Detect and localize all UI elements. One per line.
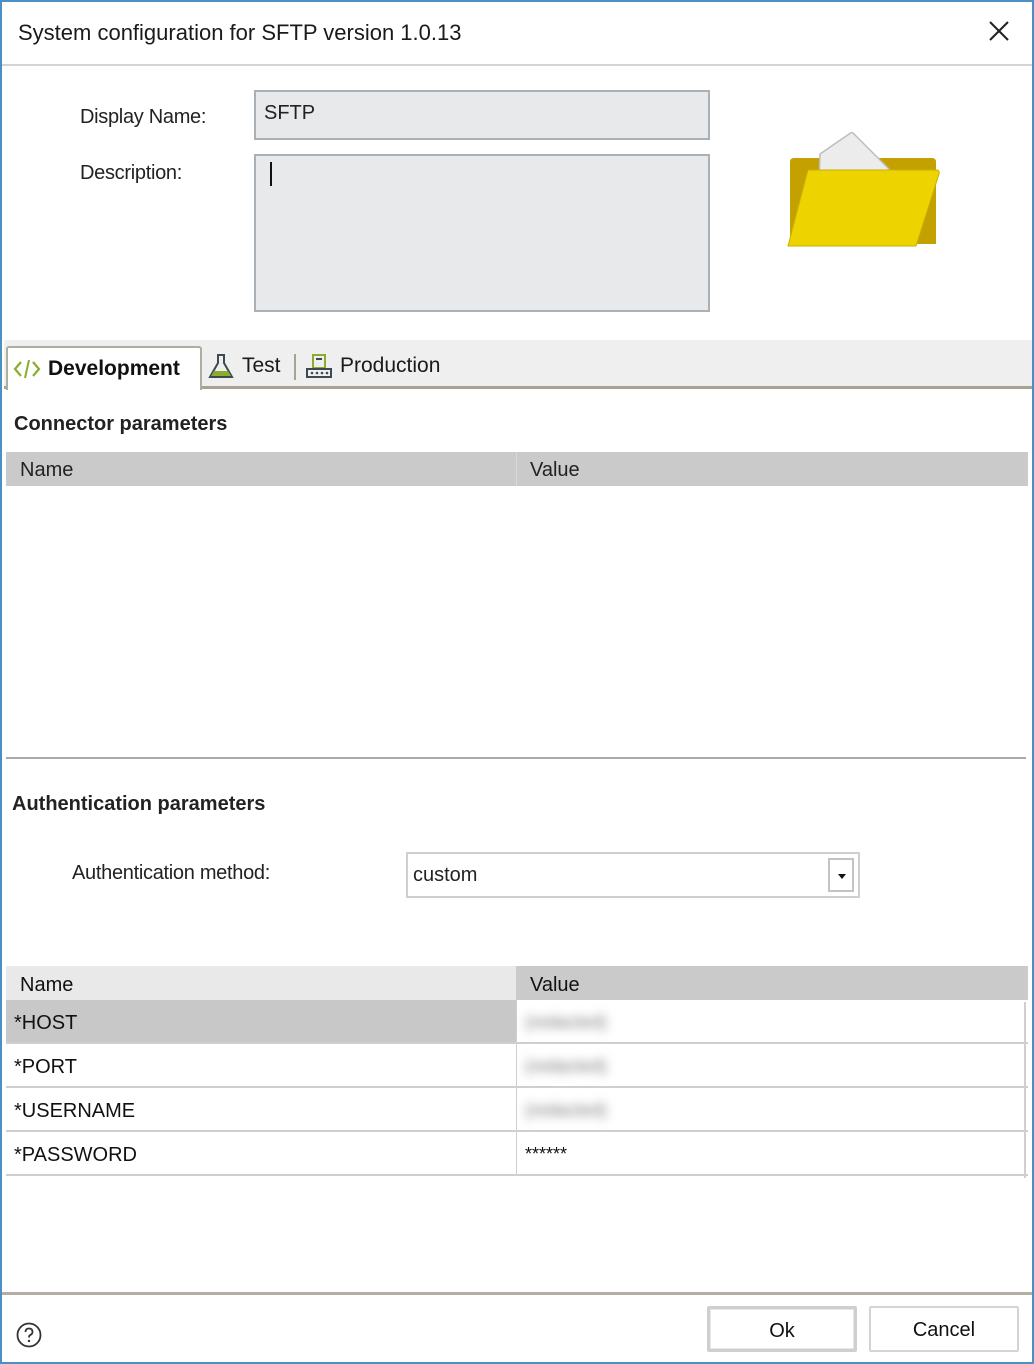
- parameter-name: *PORT: [14, 1056, 77, 1078]
- parameter-value-input[interactable]: (redacted): [516, 1088, 1028, 1130]
- connector-parameters-header: Name Value: [6, 452, 1028, 486]
- parameter-name: *USERNAME: [14, 1100, 136, 1122]
- close-icon: [989, 21, 1009, 41]
- parameter-name: *HOST: [6, 1000, 516, 1042]
- tab-production[interactable]: Production: [300, 346, 440, 386]
- authentication-parameters-header: Name Value: [6, 966, 1028, 1000]
- tab-test[interactable]: Test: [202, 346, 281, 386]
- table-row-username[interactable]: *USERNAME (redacted): [6, 1088, 1028, 1132]
- footer-divider: [2, 1292, 1032, 1295]
- cancel-button[interactable]: Cancel: [869, 1306, 1019, 1352]
- column-header-name[interactable]: Name: [6, 966, 516, 1000]
- environment-tabs: Development Test Production: [4, 340, 1032, 390]
- tab-development[interactable]: Development: [6, 346, 202, 390]
- help-icon[interactable]: [16, 1322, 42, 1348]
- chevron-down-icon[interactable]: [828, 858, 854, 892]
- parameter-value-input[interactable]: (redacted): [516, 1044, 1028, 1086]
- redacted-value: (redacted): [525, 1012, 608, 1032]
- authentication-parameters-title: Authentication parameters: [12, 793, 266, 815]
- column-header-value[interactable]: Value: [516, 966, 1028, 1000]
- authentication-method-label: Authentication method:: [72, 862, 270, 884]
- display-name-input[interactable]: SFTP: [254, 90, 710, 140]
- description-label: Description:: [80, 162, 182, 184]
- description-textarea[interactable]: [254, 154, 710, 312]
- divider: [2, 64, 1032, 66]
- ok-button[interactable]: Ok: [707, 1306, 857, 1352]
- folder-icon: [787, 132, 940, 247]
- table-row-password[interactable]: *PASSWORD ******: [6, 1132, 1028, 1176]
- table-row-port[interactable]: *PORT (redacted): [6, 1044, 1028, 1088]
- tab-development-label: Development: [48, 357, 180, 380]
- code-icon: [13, 359, 41, 379]
- authentication-parameters-table: Name Value *HOST (redacted) *PORT (redac…: [6, 966, 1028, 1176]
- title-bar: System configuration for SFTP version 1.…: [2, 2, 1032, 64]
- authentication-method-value: custom: [413, 864, 478, 886]
- flask-icon: [208, 354, 234, 378]
- masked-password: ******: [525, 1144, 568, 1164]
- column-header-value[interactable]: Value: [516, 452, 1028, 486]
- table-row-host[interactable]: *HOST (redacted): [6, 1000, 1028, 1044]
- section-divider: [6, 757, 1026, 759]
- parameter-value-input[interactable]: ******: [516, 1132, 1028, 1174]
- connector-parameters-table-body: [6, 486, 1028, 756]
- parameter-value-input[interactable]: (redacted): [516, 1000, 1028, 1042]
- display-name-label: Display Name:: [80, 106, 207, 128]
- text-caret: [270, 162, 272, 186]
- close-button[interactable]: [984, 16, 1014, 46]
- tab-production-label: Production: [340, 354, 441, 377]
- dialog-window: System configuration for SFTP version 1.…: [0, 0, 1034, 1364]
- authentication-method-select[interactable]: custom: [406, 852, 860, 898]
- window-title: System configuration for SFTP version 1.…: [18, 20, 462, 45]
- parameter-name: *PASSWORD: [14, 1144, 137, 1166]
- redacted-value: (redacted): [525, 1056, 608, 1076]
- table-border: [1024, 1002, 1026, 1178]
- tab-test-label: Test: [242, 354, 281, 377]
- connector-parameters-title: Connector parameters: [14, 413, 228, 435]
- column-header-name[interactable]: Name: [6, 452, 516, 486]
- server-icon: [306, 354, 332, 378]
- tab-separator: [294, 354, 296, 380]
- redacted-value: (redacted): [525, 1100, 608, 1120]
- display-name-value: SFTP: [264, 102, 316, 124]
